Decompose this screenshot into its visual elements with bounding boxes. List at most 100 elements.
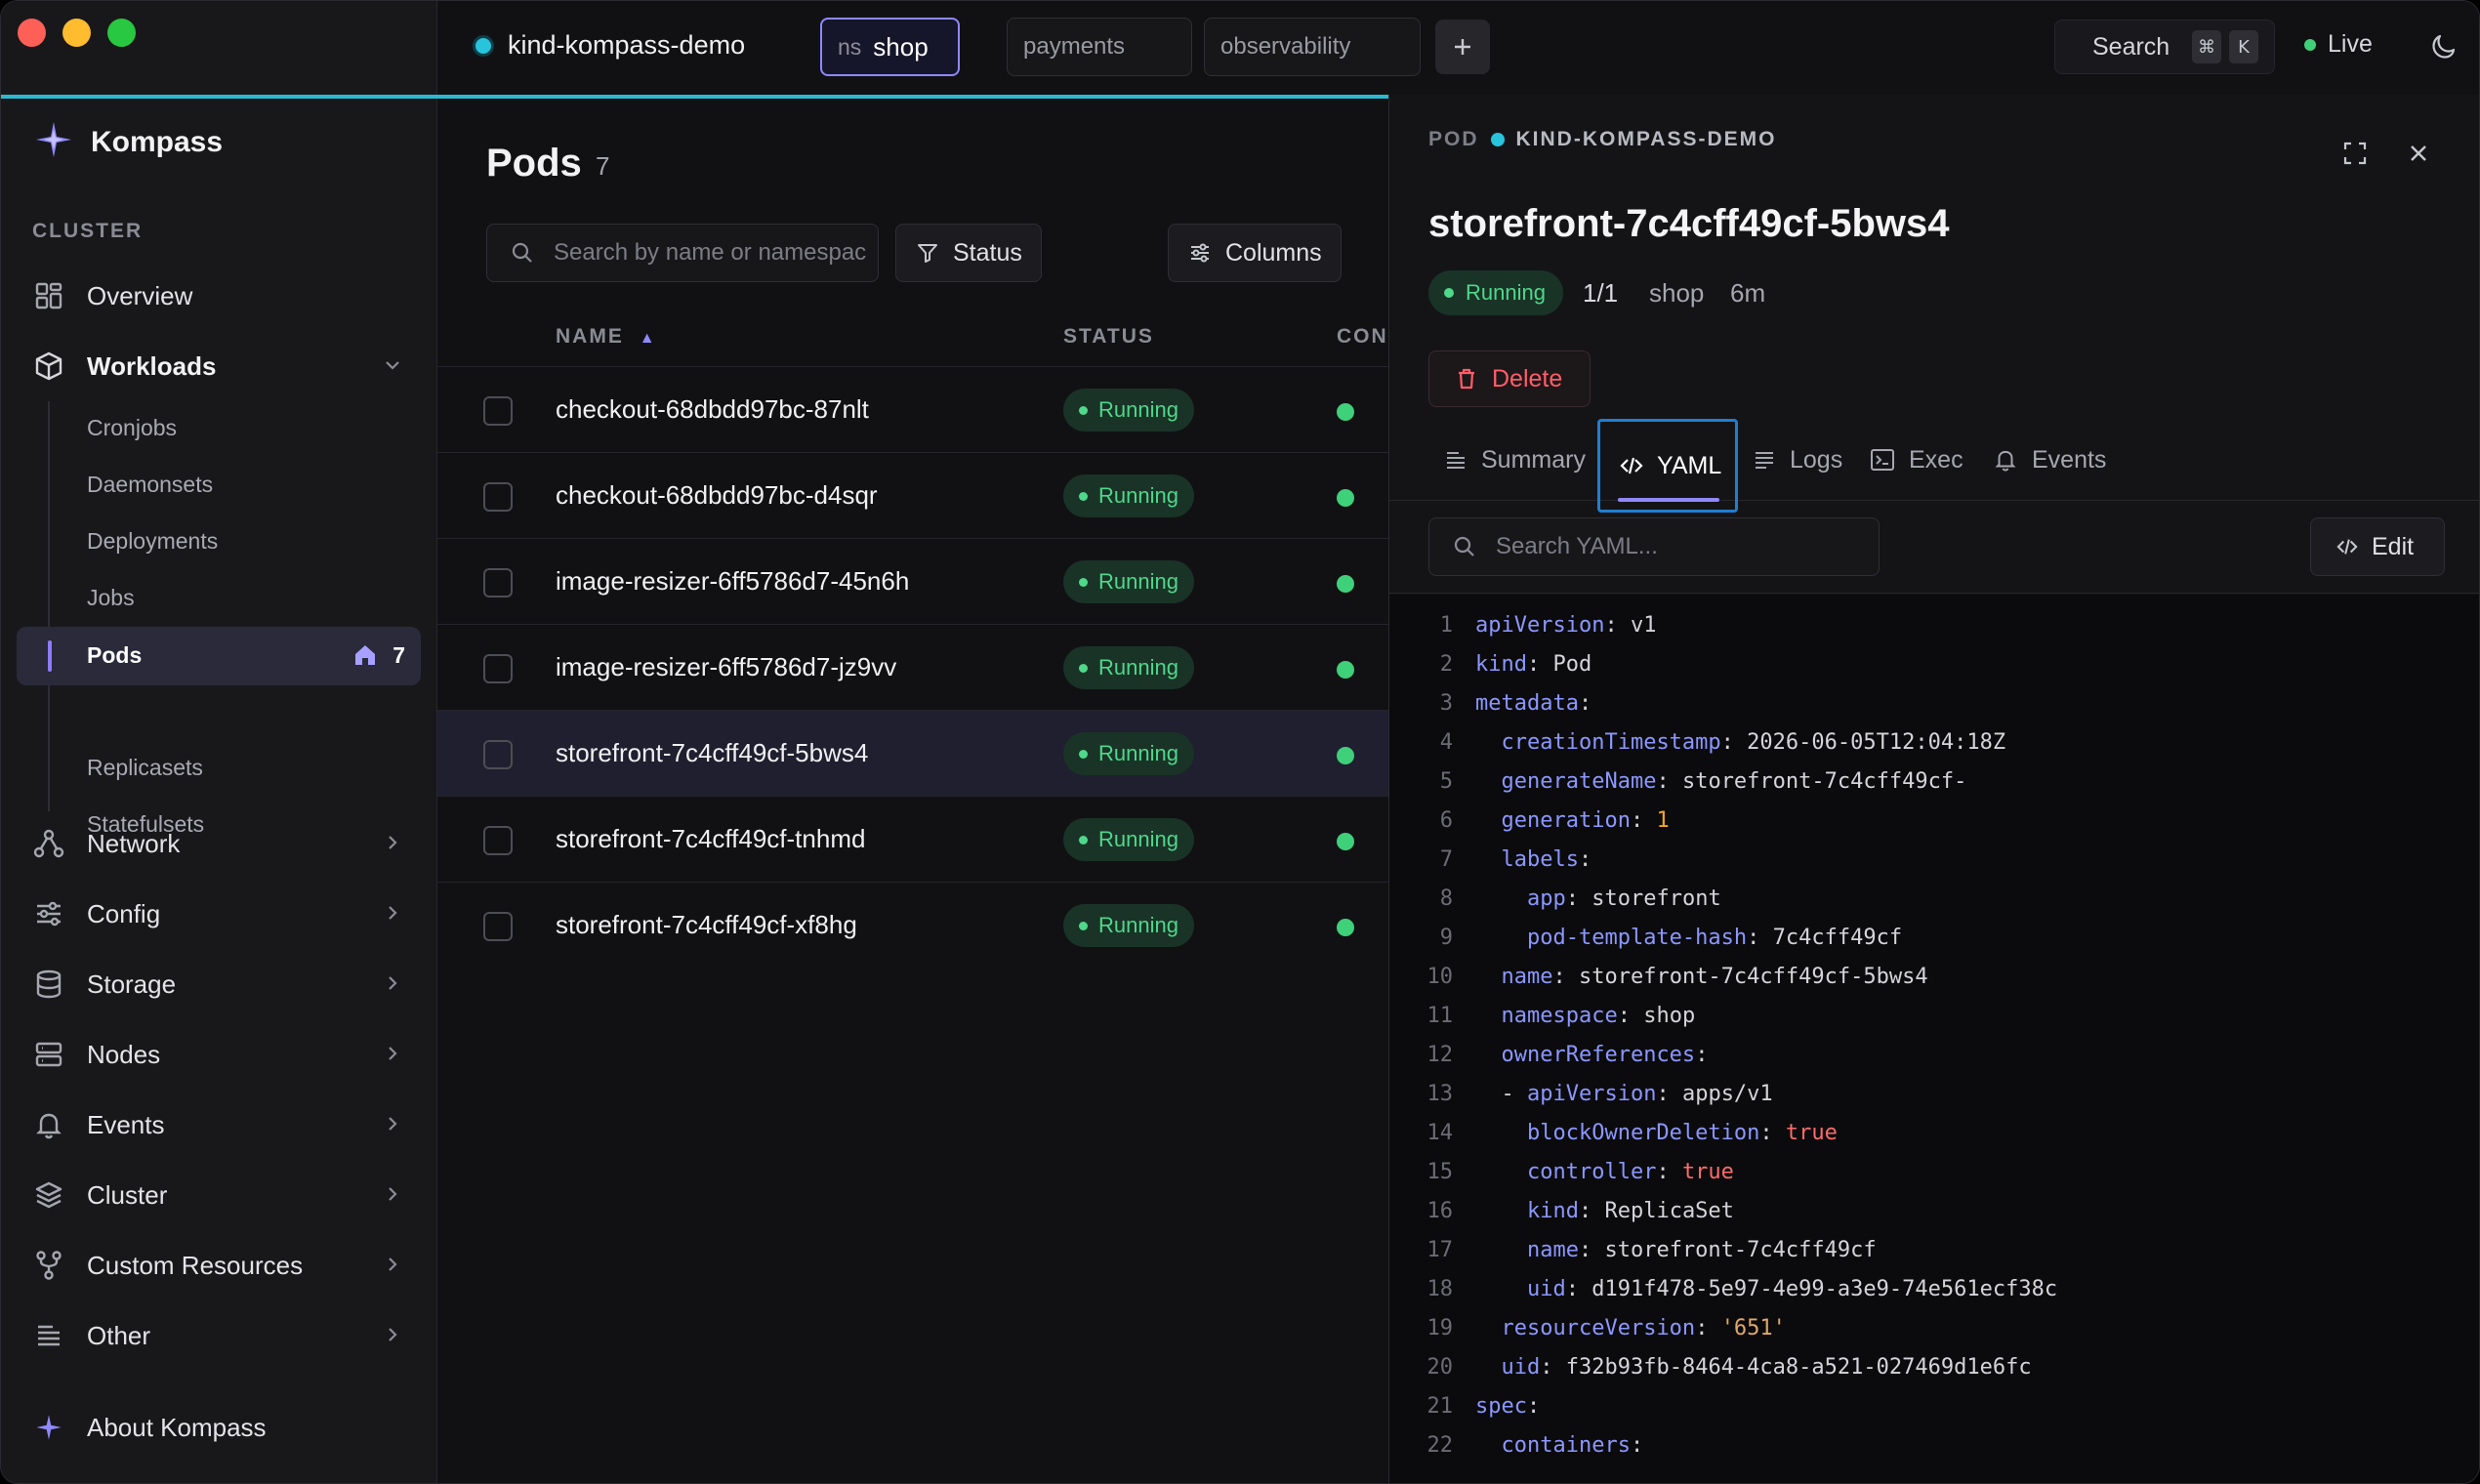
row-checkbox[interactable] bbox=[483, 826, 513, 855]
pods-search-input[interactable] bbox=[554, 239, 866, 267]
column-header-status[interactable]: STATUS bbox=[1063, 325, 1154, 349]
yaml-key: pod-template-hash bbox=[1526, 926, 1748, 950]
table-row[interactable]: storefront-7c4cff49cf-xf8hg Running bbox=[437, 882, 1388, 968]
yaml-line: 12 ownerReferences: bbox=[1389, 1036, 2479, 1075]
pods-search-field[interactable] bbox=[486, 224, 879, 282]
yaml-value: 1 bbox=[1656, 808, 1670, 833]
namespace-chip-observability[interactable]: observability bbox=[1204, 18, 1421, 76]
live-label: Live bbox=[2328, 30, 2373, 58]
global-search-button[interactable]: Search ⌘ K bbox=[2054, 20, 2275, 74]
about-kompass-link[interactable]: About Kompass bbox=[17, 1397, 421, 1458]
status-badge: Running bbox=[1063, 389, 1194, 432]
yaml-colon: : bbox=[1656, 769, 1670, 794]
sidebar-subitem-daemonsets[interactable]: Daemonsets bbox=[87, 472, 213, 498]
sidebar-item-storage[interactable]: Storage bbox=[17, 954, 421, 1014]
yaml-value: Pod bbox=[1552, 652, 1592, 677]
line-number: 13 bbox=[1426, 1082, 1454, 1106]
line-number: 21 bbox=[1426, 1394, 1454, 1419]
sidebar-subitem-cronjobs[interactable]: Cronjobs bbox=[87, 415, 177, 441]
edit-yaml-button[interactable]: Edit bbox=[2310, 517, 2445, 576]
sidebar-item-label: Network bbox=[87, 828, 181, 858]
yaml-search-field[interactable] bbox=[1428, 517, 1880, 576]
yaml-line: 17 name: storefront-7c4cff49cf bbox=[1389, 1231, 2479, 1270]
pod-name[interactable]: checkout-68dbdd97bc-d4sqr bbox=[556, 480, 878, 511]
pod-namespace: shop bbox=[1649, 278, 1705, 308]
add-namespace-button[interactable] bbox=[1435, 20, 1490, 74]
row-checkbox[interactable] bbox=[483, 482, 513, 512]
row-checkbox[interactable] bbox=[483, 740, 513, 769]
delete-pod-button[interactable]: Delete bbox=[1428, 350, 1591, 407]
sidebar-item-custom-resources[interactable]: Custom Resources bbox=[17, 1235, 421, 1296]
tab-logs[interactable]: Logs bbox=[1753, 419, 1842, 501]
filter-icon bbox=[918, 244, 937, 263]
chevron-right-icon bbox=[389, 1257, 397, 1271]
row-checkbox[interactable] bbox=[483, 396, 513, 426]
yaml-key: kind bbox=[1475, 652, 1527, 677]
yaml-line: 10 name: storefront-7c4cff49cf-5bws4 bbox=[1389, 958, 2479, 997]
namespace-chip-payments[interactable]: payments bbox=[1007, 18, 1192, 76]
yaml-value: v1 bbox=[1630, 613, 1657, 638]
live-indicator[interactable]: Live bbox=[2304, 30, 2373, 59]
sidebar-subitem-jobs[interactable]: Jobs bbox=[87, 585, 135, 611]
logs-icon bbox=[1756, 452, 1773, 469]
tab-yaml[interactable]: YAML bbox=[1597, 419, 1738, 513]
column-header-containers[interactable]: CON bbox=[1337, 325, 1388, 349]
sidebar-subitem-pods[interactable]: Pods 7 bbox=[17, 627, 421, 685]
pod-name[interactable]: storefront-7c4cff49cf-tnhmd bbox=[556, 824, 865, 854]
sidebar-subitem-label: Pods bbox=[87, 642, 143, 668]
tab-events[interactable]: Events bbox=[1993, 419, 2106, 501]
sidebar-section-label: CLUSTER bbox=[32, 220, 144, 242]
pod-name[interactable]: storefront-7c4cff49cf-5bws4 bbox=[556, 738, 868, 768]
table-row[interactable]: image-resizer-6ff5786d7-jz9vv Running bbox=[437, 624, 1388, 710]
yaml-key: labels bbox=[1501, 847, 1579, 872]
yaml-colon: : bbox=[1604, 613, 1618, 638]
sidebar-subitem-replicasets[interactable]: Replicasets bbox=[87, 755, 203, 781]
row-checkbox[interactable] bbox=[483, 568, 513, 598]
table-row[interactable]: checkout-68dbdd97bc-d4sqr Running bbox=[437, 452, 1388, 538]
sidebar-item-other[interactable]: Other bbox=[17, 1305, 421, 1366]
yaml-value: storefront-7c4cff49cf bbox=[1604, 1238, 1877, 1262]
close-window-button[interactable] bbox=[18, 19, 46, 47]
sidebar-item-workloads[interactable]: Workloads bbox=[17, 336, 421, 396]
yaml-text: pod-template-hash: 7c4cff49cf bbox=[1475, 919, 1902, 958]
status-badge: Running bbox=[1063, 474, 1194, 517]
minimize-window-button[interactable] bbox=[62, 19, 91, 47]
line-number: 8 bbox=[1439, 886, 1453, 911]
sidebar-item-network[interactable]: Network bbox=[17, 813, 421, 874]
yaml-search-input[interactable] bbox=[1496, 533, 1867, 560]
status-filter-button[interactable]: Status bbox=[895, 224, 1042, 282]
row-checkbox[interactable] bbox=[483, 912, 513, 941]
columns-button[interactable]: Columns bbox=[1168, 224, 1342, 282]
container-ready-dot bbox=[1337, 661, 1354, 679]
sidebar-item-config[interactable]: Config bbox=[17, 884, 421, 944]
tab-summary[interactable]: Summary bbox=[1444, 419, 1586, 501]
close-panel-button[interactable] bbox=[2405, 140, 2432, 172]
code-icon bbox=[1620, 457, 1643, 474]
moon-icon[interactable] bbox=[2429, 30, 2460, 66]
table-row[interactable]: storefront-7c4cff49cf-5bws4 Running bbox=[437, 710, 1388, 796]
row-checkbox[interactable] bbox=[483, 654, 513, 683]
sidebar-subitem-deployments[interactable]: Deployments bbox=[87, 528, 218, 555]
pod-name[interactable]: image-resizer-6ff5786d7-45n6h bbox=[556, 566, 909, 597]
brand[interactable]: Kompass bbox=[34, 120, 223, 164]
tab-exec[interactable]: Exec bbox=[1870, 419, 1963, 501]
pod-name[interactable]: checkout-68dbdd97bc-87nlt bbox=[556, 394, 869, 425]
pod-name[interactable]: storefront-7c4cff49cf-xf8hg bbox=[556, 910, 857, 940]
namespace-chip-active[interactable]: ns shop bbox=[820, 18, 960, 76]
table-row[interactable]: storefront-7c4cff49cf-tnhmd Running bbox=[437, 796, 1388, 882]
table-row[interactable]: checkout-68dbdd97bc-87nlt Running bbox=[437, 366, 1388, 452]
cluster-context-selector[interactable]: kind-kompass-demo bbox=[473, 30, 745, 61]
pod-name[interactable]: image-resizer-6ff5786d7-jz9vv bbox=[556, 652, 896, 682]
expand-panel-button[interactable] bbox=[2341, 140, 2369, 172]
sidebar-item-events[interactable]: Events bbox=[17, 1094, 421, 1155]
sidebar-item-nodes[interactable]: Nodes bbox=[17, 1024, 421, 1085]
maximize-window-button[interactable] bbox=[107, 19, 136, 47]
line-number: 19 bbox=[1426, 1316, 1454, 1340]
column-header-name[interactable]: NAME ▲ bbox=[556, 325, 657, 349]
sidebar-item-overview[interactable]: Overview bbox=[17, 266, 421, 326]
table-row[interactable]: image-resizer-6ff5786d7-45n6h Running bbox=[437, 538, 1388, 624]
sidebar-item-cluster[interactable]: Cluster bbox=[17, 1165, 421, 1225]
yaml-editor[interactable]: 1 apiVersion: v1 2 kind: Pod 3 metadata: 4 cre… bbox=[1389, 595, 2479, 1483]
yaml-text: resourceVersion: '651' bbox=[1475, 1309, 1786, 1348]
chevron-right-icon bbox=[389, 1047, 397, 1060]
